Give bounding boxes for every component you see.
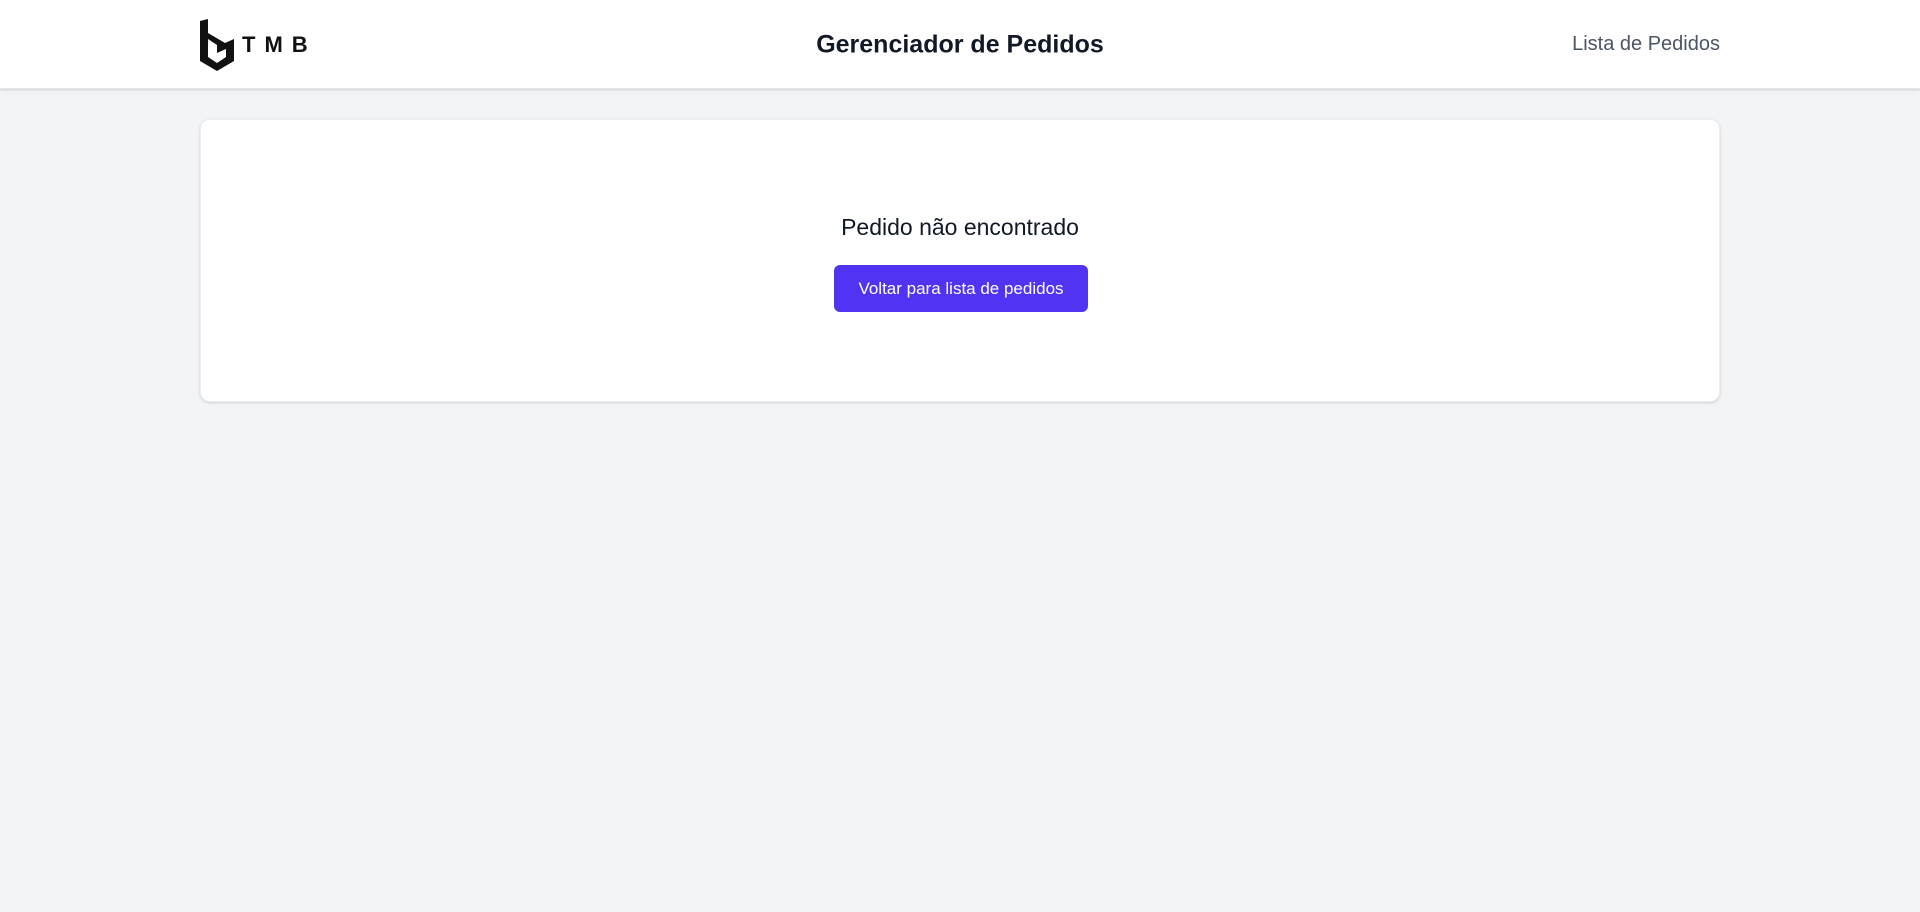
not-found-message: Pedido não encontrado — [841, 214, 1079, 240]
page-title: Gerenciador de Pedidos — [816, 30, 1104, 58]
brand-logo-link[interactable]: TMB — [200, 18, 317, 71]
tmb-logo-icon — [200, 18, 234, 71]
back-to-list-button[interactable]: Voltar para lista de pedidos — [834, 265, 1088, 312]
brand-text: TMB — [242, 31, 317, 57]
navbar-container: TMB Gerenciador de Pedidos Lista de Pedi… — [200, 0, 1720, 89]
top-navbar: TMB Gerenciador de Pedidos Lista de Pedi… — [0, 0, 1920, 89]
content-card: Pedido não encontrado Voltar para lista … — [200, 119, 1720, 402]
nav-link-order-list[interactable]: Lista de Pedidos — [1572, 33, 1720, 56]
